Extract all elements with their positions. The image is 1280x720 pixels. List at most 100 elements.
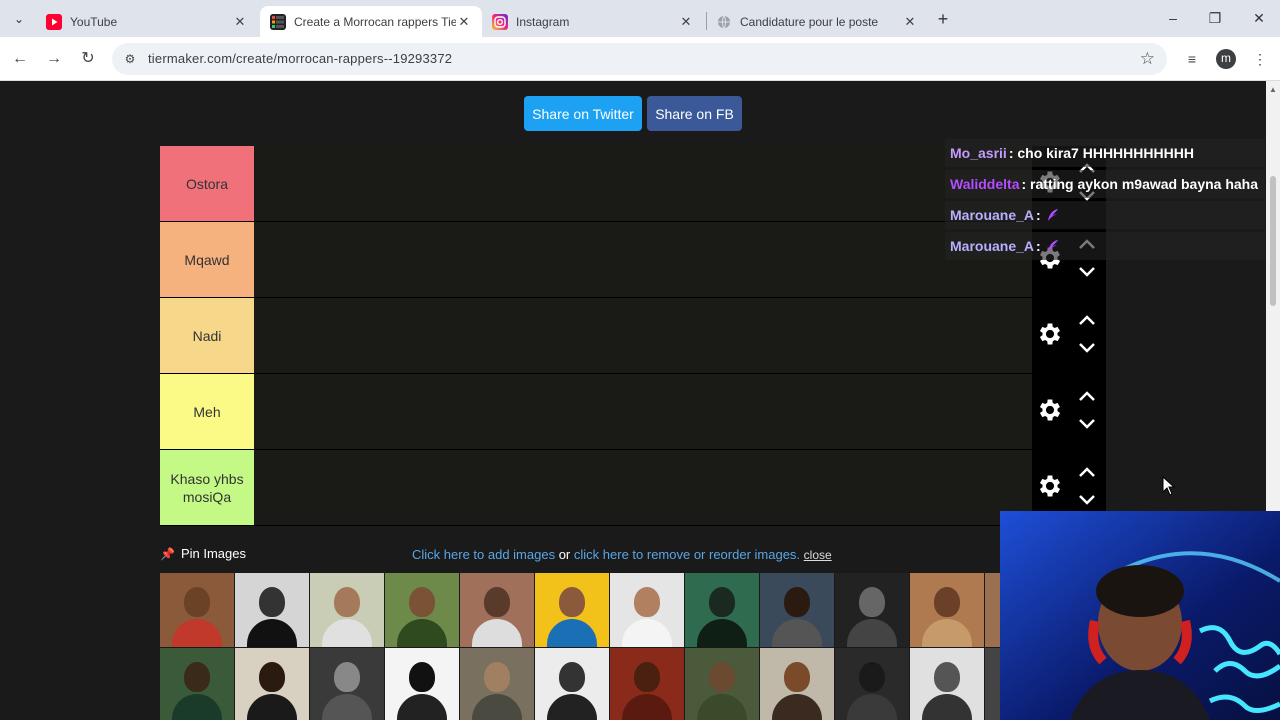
rapper-image[interactable] [235,573,309,647]
gear-icon[interactable] [1036,472,1064,500]
chevron-up-icon[interactable] [1076,464,1098,480]
tier-drop-zone[interactable] [254,222,1032,297]
rapper-image[interactable] [385,648,459,720]
tier-label[interactable]: Meh [160,374,254,449]
rapper-image[interactable] [310,648,384,720]
chevron-down-icon[interactable] [1076,340,1098,356]
chat-message: Marouane_A: [945,201,1265,229]
reload-button[interactable]: ↻ [76,47,100,71]
media-control-icon[interactable]: ≡ [1180,47,1204,71]
rapper-image[interactable] [835,648,909,720]
rapper-image[interactable] [910,648,984,720]
chevron-down-icon[interactable] [1076,264,1098,280]
tier-control-group [1032,374,1106,450]
tab-instagram[interactable]: Instagram ✕ [482,6,704,37]
minimize-button[interactable]: – [1158,6,1188,30]
forward-button[interactable]: → [42,47,66,71]
tab-tiermaker[interactable]: Create a Morrocan rappers Tier ✕ [260,6,482,37]
pin-icon: 📌 [160,546,175,561]
tier-drop-zone[interactable] [254,146,1032,221]
tab-close-icon[interactable]: ✕ [232,14,248,30]
tier-label[interactable]: Khaso yhbs mosiQa [160,450,254,525]
share-facebook-button[interactable]: Share on FB [647,96,742,131]
tab-title: Create a Morrocan rappers Tier [294,14,456,29]
menu-kebab-icon[interactable]: ⋮ [1248,47,1272,71]
back-button[interactable]: ← [8,47,32,71]
rapper-image[interactable] [385,573,459,647]
or-text: or [558,547,571,562]
tab-close-icon[interactable]: ✕ [902,14,918,30]
rapper-image[interactable] [985,573,1000,647]
tab-youtube[interactable]: YouTube ✕ [36,6,258,37]
mouse-cursor-icon [1162,476,1176,496]
pin-images-label: Pin Images [180,546,246,561]
tier-drop-zone[interactable] [254,450,1032,525]
tier-label[interactable]: Ostora [160,146,254,221]
image-pool-actions: Click here to add images or click here t… [412,547,832,562]
restore-button[interactable]: ❐ [1200,6,1230,30]
rapper-image[interactable] [760,573,834,647]
rapper-image[interactable] [985,648,1000,720]
new-tab-button[interactable]: + [932,8,954,30]
close-link[interactable]: close [804,548,832,562]
url-text[interactable]: tiermaker.com/create/morrocan-rappers--1… [148,51,452,66]
rapper-image[interactable] [610,648,684,720]
scrollbar-thumb[interactable] [1270,176,1276,306]
chevron-down-icon[interactable] [1076,492,1098,508]
rapper-image[interactable] [610,573,684,647]
rapper-image[interactable] [160,573,234,647]
rapper-image[interactable] [460,648,534,720]
chat-username: Waliddelta [950,176,1020,192]
gear-icon[interactable] [1036,320,1064,348]
webcam-overlay [1000,511,1280,720]
tab-close-icon[interactable]: ✕ [456,14,472,30]
youtube-icon [46,13,62,30]
chevron-up-icon[interactable] [1076,388,1098,404]
rapper-image[interactable] [760,648,834,720]
remove-reorder-link[interactable]: click here to remove or reorder images. [574,547,800,562]
tier-row: Mqawd [160,222,1032,298]
tiermaker-icon [270,13,286,30]
stream-chat-overlay: Mo_asrii: cho kira7 HHHHHHHHHHH Waliddel… [945,139,1265,263]
tier-drop-zone[interactable] [254,374,1032,449]
pin-images-toggle[interactable]: 📌 Pin Images [160,546,246,561]
webcam-feed-image [1000,511,1280,720]
chevron-down-icon[interactable] [1076,416,1098,432]
share-twitter-button[interactable]: Share on Twitter [524,96,642,131]
rapper-image[interactable] [685,573,759,647]
rapper-image[interactable] [310,573,384,647]
rapper-image[interactable] [160,648,234,720]
window-close-button[interactable]: ✕ [1244,6,1274,30]
rapper-image[interactable] [835,573,909,647]
rapper-image[interactable] [235,648,309,720]
globe-icon [716,14,732,30]
tab-candidature[interactable]: Candidature pour le poste ✕ [706,6,928,37]
tier-control-group [1032,298,1106,374]
chat-message: Waliddelta: ratting aykon m9awad bayna h… [945,170,1265,198]
profile-avatar[interactable]: m [1216,49,1236,69]
tier-label[interactable]: Mqawd [160,222,254,297]
scroll-up-arrow-icon[interactable]: ▲ [1269,85,1277,94]
rapper-image[interactable] [535,573,609,647]
chat-text: : cho kira7 HHHHHHHHHHH [1008,145,1194,161]
site-info-icon[interactable]: ⚙ [122,51,138,67]
rapper-image[interactable] [685,648,759,720]
gear-icon[interactable] [1036,396,1064,424]
chevron-up-icon[interactable] [1076,312,1098,328]
rapper-image[interactable] [910,573,984,647]
tab-search-button[interactable]: ⌄ [8,8,30,30]
rapper-image[interactable] [535,648,609,720]
feather-emote-icon [1047,209,1058,221]
tier-drop-zone[interactable] [254,298,1032,373]
tier-label[interactable]: Nadi [160,298,254,373]
tier-row: Khaso yhbs mosiQa [160,450,1032,526]
instagram-icon [492,13,508,30]
bookmark-star-icon[interactable]: ☆ [1140,49,1155,69]
rapper-image[interactable] [460,573,534,647]
add-images-link[interactable]: Click here to add images [412,547,555,562]
feather-emote-icon [1047,240,1058,252]
browser-tab-bar: ⌄ YouTube ✕ Create a Morrocan rappers Ti… [0,0,1280,37]
address-bar[interactable]: ⚙ tiermaker.com/create/morrocan-rappers-… [112,43,1167,75]
tier-row: Meh [160,374,1032,450]
tab-close-icon[interactable]: ✕ [678,14,694,30]
